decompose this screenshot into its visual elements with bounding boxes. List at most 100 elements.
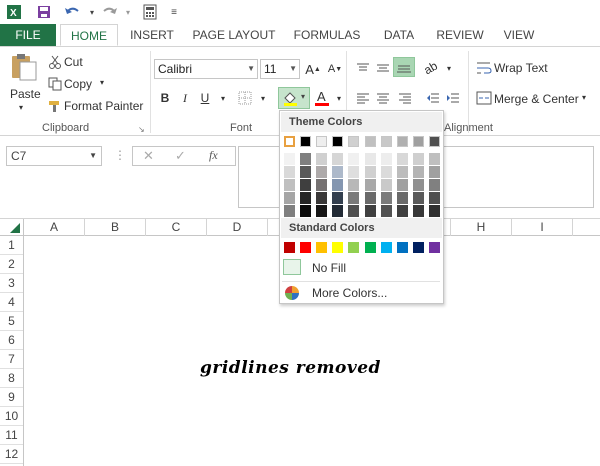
column-header[interactable]: D [207,219,268,236]
decrease-indent-icon[interactable] [424,89,442,107]
color-swatch[interactable] [412,242,424,253]
copy-button[interactable]: Copy [64,77,92,91]
customize-icon[interactable]: ≡ [164,2,184,22]
color-swatch[interactable] [412,179,424,191]
column-header[interactable]: H [451,219,512,236]
color-swatch[interactable] [300,192,312,204]
color-swatch[interactable] [300,179,312,191]
color-swatch[interactable] [348,136,360,147]
column-header[interactable]: I [512,219,573,236]
row-header[interactable]: 8 [0,369,23,388]
align-center-icon[interactable] [374,89,392,107]
color-swatch[interactable] [428,166,440,178]
decrease-font-icon[interactable]: A ▼ [326,60,344,78]
color-swatch[interactable] [428,192,440,204]
row-header[interactable]: 12 [0,445,23,464]
copy-icon[interactable] [48,77,62,91]
row-header[interactable]: 9 [0,388,23,407]
increase-font-icon[interactable]: A ▲ [304,60,322,78]
row-header[interactable]: 11 [0,426,23,445]
color-swatch[interactable] [412,192,424,204]
paste-dropdown-icon[interactable]: ▾ [19,103,23,112]
increase-indent-icon[interactable] [444,89,462,107]
merge-dropdown-icon[interactable]: ▾ [582,93,586,102]
paste-button[interactable]: Paste [10,87,41,101]
tab-formulas[interactable]: FORMULAS [288,24,366,46]
color-swatch[interactable] [332,205,344,217]
color-swatch[interactable] [428,179,440,191]
color-swatch[interactable] [364,153,376,165]
color-swatch[interactable] [300,242,312,253]
select-all-button[interactable] [0,219,24,236]
enter-icon[interactable]: ✓ [175,148,186,164]
color-swatch[interactable] [348,242,360,253]
color-swatch[interactable] [364,136,376,147]
column-header[interactable]: B [85,219,146,236]
underline-dropdown-icon[interactable]: ▾ [214,89,232,107]
underline-button[interactable]: U [196,89,214,107]
color-swatch[interactable] [380,153,392,165]
no-fill-option[interactable]: No Fill [282,257,440,279]
color-swatch[interactable] [332,136,344,147]
color-swatch[interactable] [412,205,424,217]
color-swatch[interactable] [364,166,376,178]
font-size-combo[interactable]: 11 ▼ [260,59,300,79]
color-swatch[interactable] [316,192,328,204]
row-header[interactable]: 7 [0,350,23,369]
color-swatch[interactable] [332,179,344,191]
color-swatch[interactable] [316,205,328,217]
redo-dropdown-icon[interactable]: ▾ [118,2,138,22]
color-swatch[interactable] [332,242,344,253]
color-swatch[interactable] [380,205,392,217]
more-colors-option[interactable]: More Colors... [282,282,440,304]
color-swatch[interactable] [348,205,360,217]
color-swatch[interactable] [332,153,344,165]
color-swatch[interactable] [284,153,295,165]
color-swatch[interactable] [396,179,408,191]
row-header[interactable]: 10 [0,407,23,426]
color-swatch[interactable] [364,242,376,253]
wrap-text-button[interactable]: Wrap Text [494,61,548,75]
align-top-icon[interactable] [354,59,372,77]
color-swatch[interactable] [284,205,295,217]
color-swatch[interactable] [428,242,440,253]
color-swatch[interactable] [284,136,295,147]
color-swatch[interactable] [284,192,295,204]
undo-icon[interactable] [62,2,82,22]
color-swatch[interactable] [284,242,295,253]
color-swatch[interactable] [332,192,344,204]
color-swatch[interactable] [380,166,392,178]
color-swatch[interactable] [300,153,312,165]
color-swatch[interactable] [396,153,408,165]
color-swatch[interactable] [316,153,328,165]
color-swatch[interactable] [364,205,376,217]
row-header[interactable]: 6 [0,331,23,350]
color-swatch[interactable] [428,136,440,147]
font-color-icon[interactable]: A [314,89,330,107]
font-name-combo[interactable]: Calibri ▼ [154,59,258,79]
color-swatch[interactable] [428,205,440,217]
color-swatch[interactable] [348,166,360,178]
color-swatch[interactable] [284,179,295,191]
color-swatch[interactable] [396,166,408,178]
color-swatch[interactable] [380,192,392,204]
color-swatch[interactable] [284,166,295,178]
undo-dropdown-icon[interactable]: ▾ [82,2,102,22]
row-header[interactable]: 2 [0,255,23,274]
tab-page-layout[interactable]: PAGE LAYOUT [188,24,280,46]
cut-button[interactable]: Cut [64,55,83,69]
align-middle-icon[interactable] [374,59,392,77]
tab-data[interactable]: DATA [372,24,426,46]
calculator-icon[interactable] [140,2,160,22]
tab-view[interactable]: VIEW [496,24,542,46]
column-header[interactable]: C [146,219,207,236]
paste-icon[interactable] [8,53,38,81]
color-swatch[interactable] [300,166,312,178]
color-swatch[interactable] [364,179,376,191]
column-header[interactable]: A [24,219,85,236]
tab-insert[interactable]: INSERT [124,24,180,46]
borders-icon[interactable] [236,89,254,107]
color-swatch[interactable] [380,136,392,147]
row-header[interactable]: 3 [0,274,23,293]
color-swatch[interactable] [300,136,312,147]
